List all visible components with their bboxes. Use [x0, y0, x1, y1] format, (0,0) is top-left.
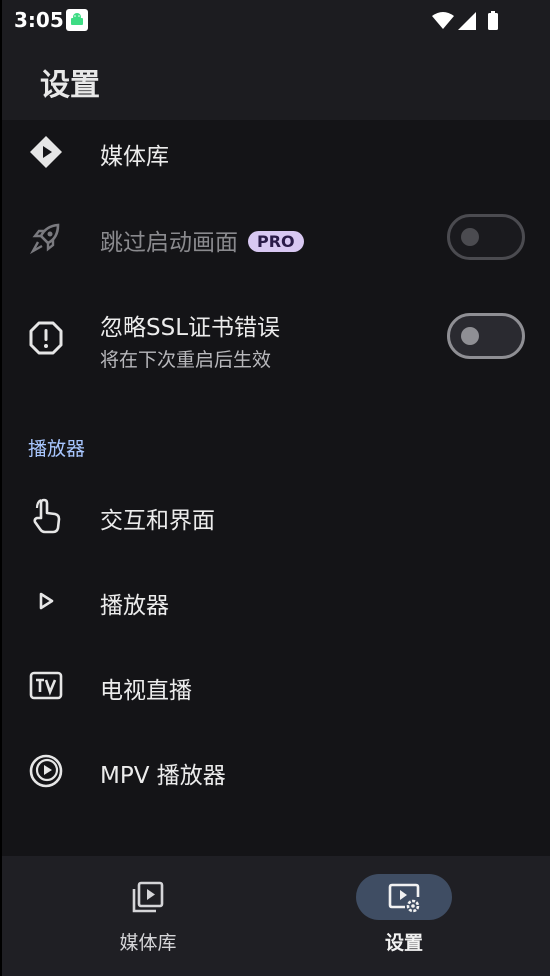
alert-octagon-icon	[28, 320, 64, 356]
nav-settings[interactable]: 设置	[314, 856, 494, 976]
setting-label: 播放器	[100, 593, 169, 619]
nav-label: 媒体库	[119, 932, 177, 954]
setting-mpv-player[interactable]: MPV 播放器	[2, 743, 550, 801]
ignore-ssl-toggle[interactable]	[447, 313, 525, 359]
status-time: 3:05	[14, 8, 64, 32]
setting-label: 忽略SSL证书错误	[100, 315, 281, 341]
touch-icon	[28, 498, 64, 534]
setting-ignore-ssl[interactable]: 忽略SSL证书错误 将在下次重启后生效	[2, 300, 550, 380]
setting-subtitle: 将在下次重启后生效	[100, 349, 272, 371]
rocket-icon	[28, 220, 64, 256]
tv-icon	[28, 668, 64, 704]
section-header-player: 播放器	[28, 438, 86, 460]
pro-badge: PRO	[248, 231, 304, 252]
setting-label: 电视直播	[100, 678, 192, 704]
setting-label: MPV 播放器	[100, 763, 226, 789]
play-arrow-icon	[28, 583, 64, 619]
setting-media-library[interactable]: 媒体库	[2, 124, 550, 182]
setting-label: 交互和界面	[100, 508, 215, 534]
toggle-knob	[461, 228, 479, 246]
toggle-knob	[461, 327, 479, 345]
setting-skip-splash[interactable]: 跳过启动画面 PRO	[2, 210, 550, 268]
page-title: 设置	[40, 68, 100, 103]
signal-icon	[458, 12, 476, 30]
setting-live-tv[interactable]: 电视直播	[2, 658, 550, 716]
skip-splash-text: 跳过启动画面	[100, 230, 238, 256]
mpv-icon	[28, 753, 64, 789]
setting-label: 媒体库	[100, 144, 169, 170]
video-settings-icon	[387, 880, 421, 914]
nav-media-library[interactable]: 媒体库	[58, 856, 238, 976]
video-library-icon	[131, 880, 165, 914]
nav-label: 设置	[384, 932, 423, 954]
setting-label: 跳过启动画面 PRO	[100, 223, 304, 257]
media-library-icon	[28, 134, 64, 170]
settings-screen: 3:05 设置 媒体库 跳过启动画面 PRO 忽略SSL证书错误 将在下次重启后…	[2, 0, 550, 976]
status-bar: 3:05	[2, 0, 550, 40]
bottom-navigation: 媒体库 设置	[2, 856, 550, 976]
battery-icon	[488, 11, 498, 30]
setting-player[interactable]: 播放器	[2, 573, 550, 631]
android-notification-icon	[66, 9, 88, 31]
app-bar: 设置	[2, 40, 550, 120]
setting-interaction-ui[interactable]: 交互和界面	[2, 488, 550, 546]
wifi-icon	[432, 12, 454, 29]
skip-splash-toggle[interactable]	[447, 214, 525, 260]
system-status-icons	[430, 10, 510, 36]
